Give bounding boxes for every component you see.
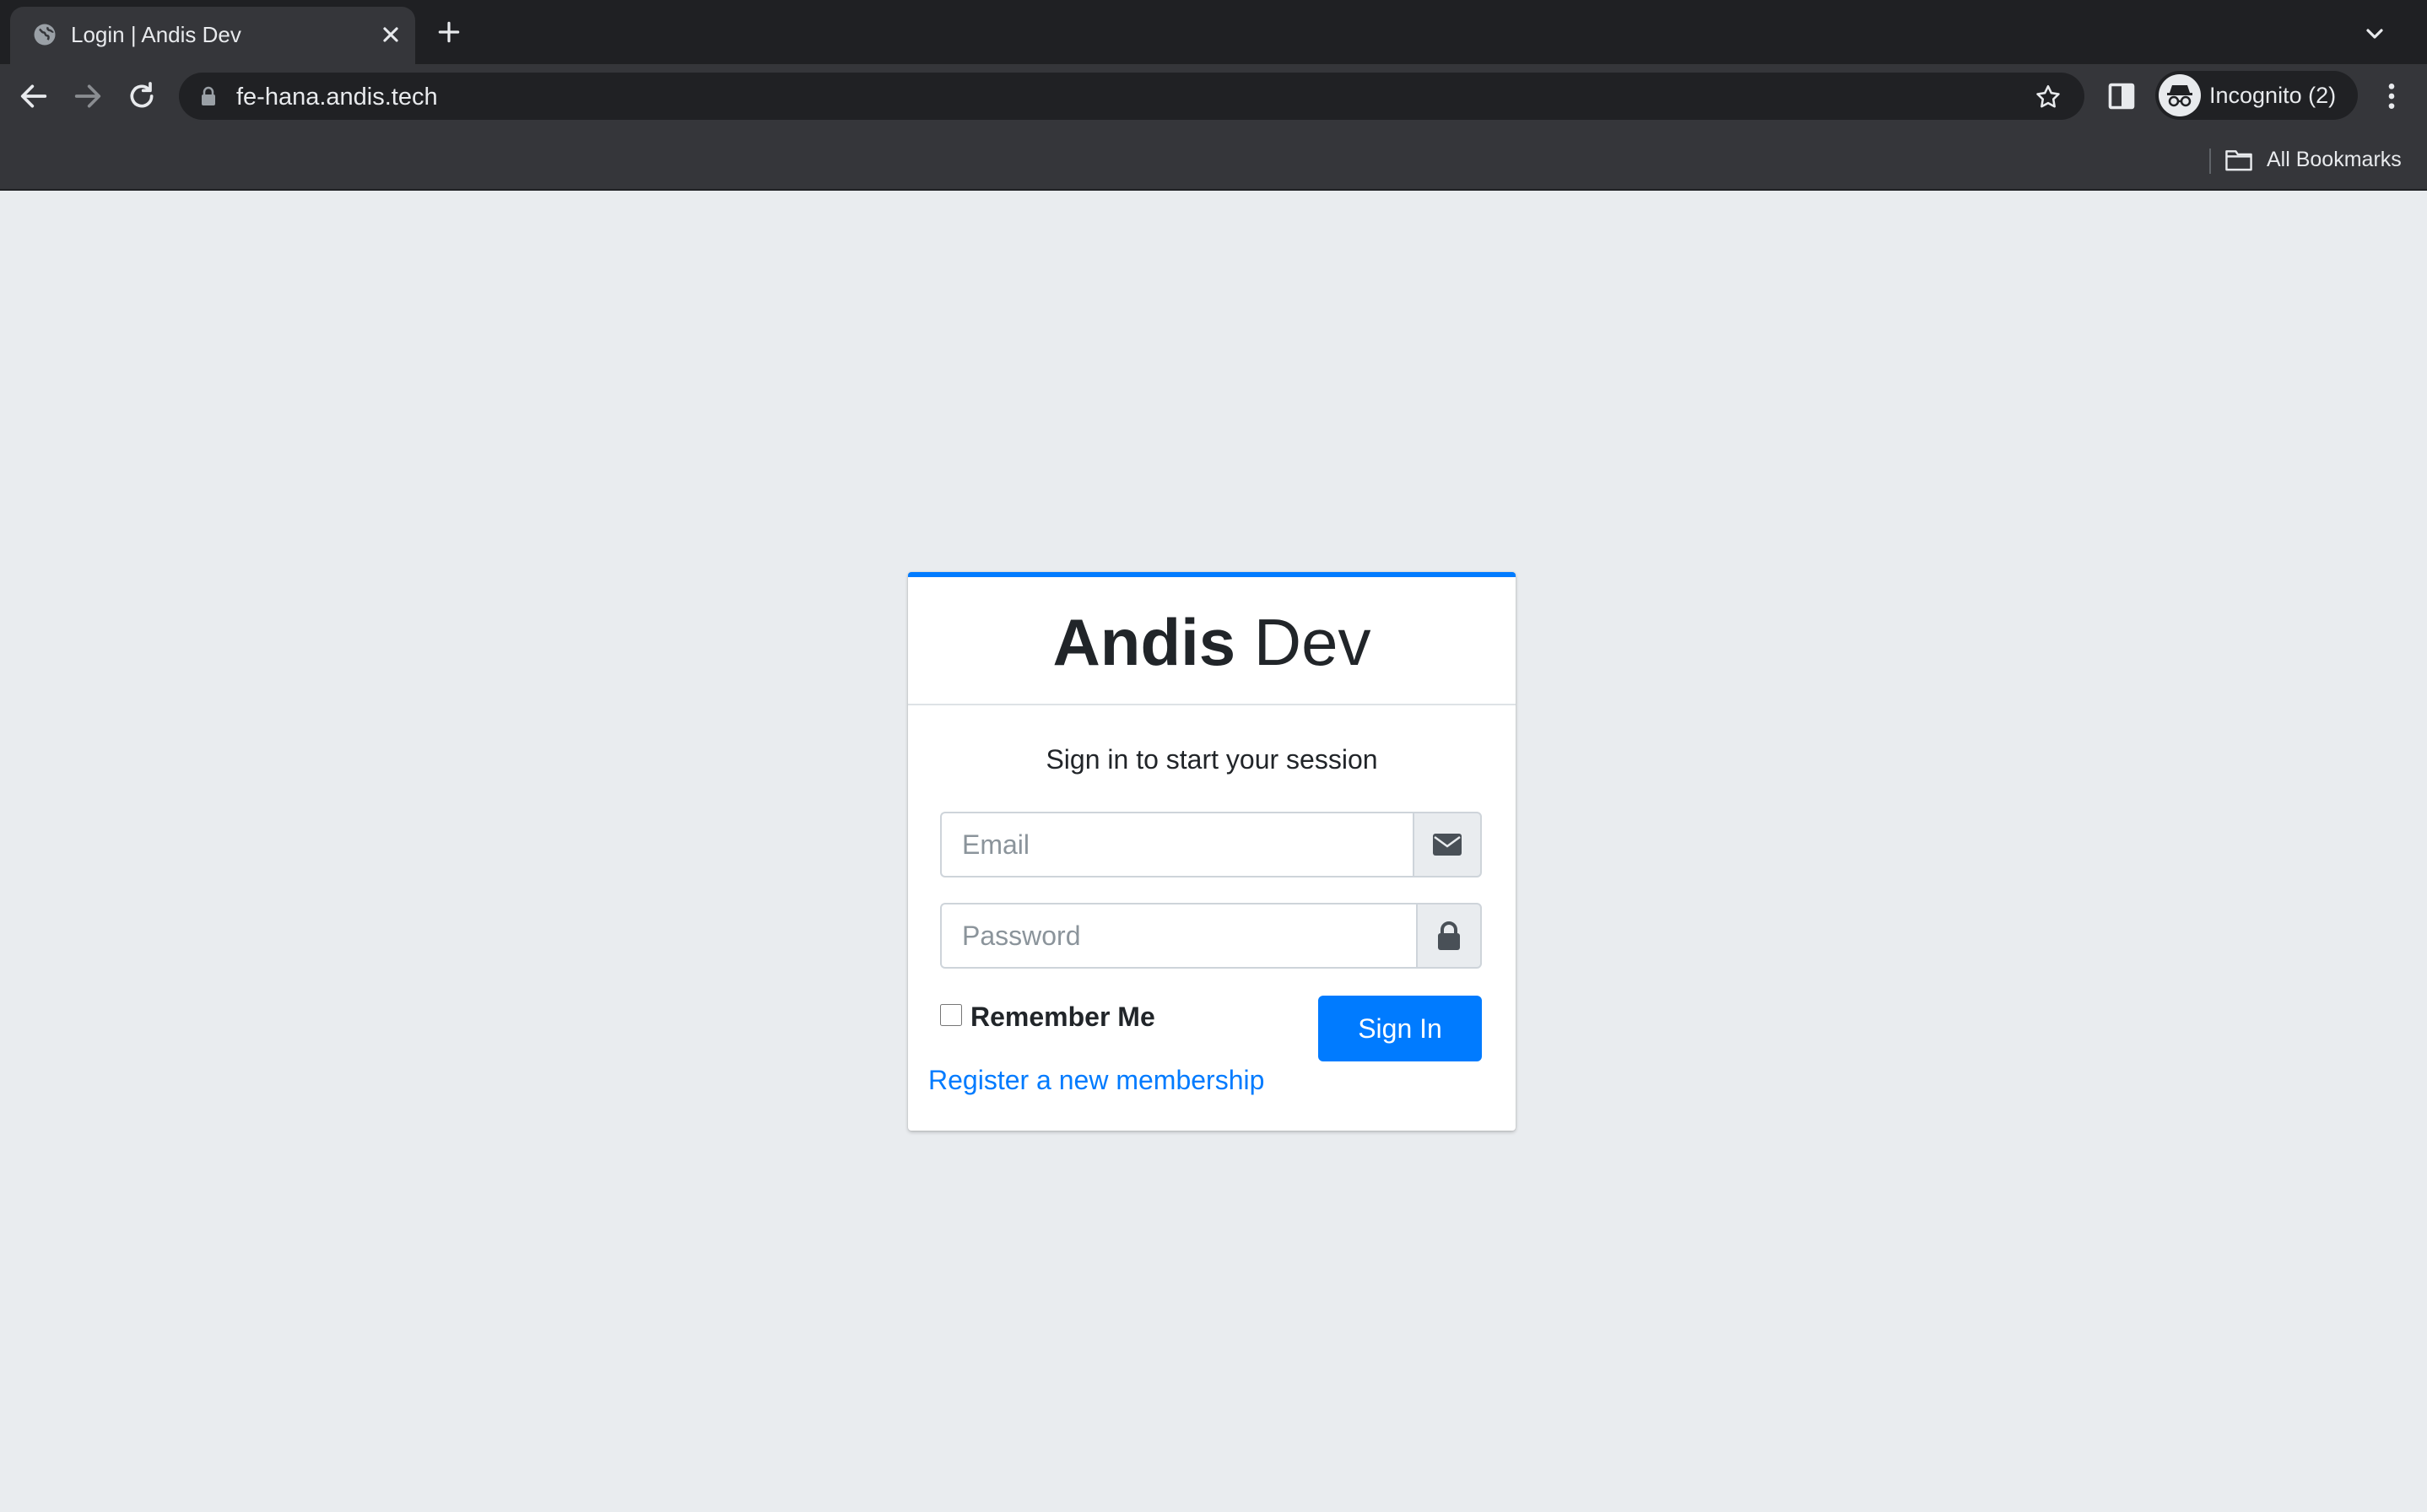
plus-icon[interactable] [435,19,462,46]
incognito-icon [2159,74,2201,116]
tab-strip: Login | Andis Dev [0,0,2427,64]
login-box-message: Sign in to start your session [1046,744,1378,775]
star-icon[interactable] [2034,83,2062,111]
remember-me-checkbox[interactable] [940,1004,962,1026]
login-card: Andis Dev Sign in to start your session … [908,572,1516,1131]
brand-logo-text[interactable]: Andis Dev [908,606,1516,678]
url-text[interactable]: fe-hana.andis.tech [236,83,438,111]
email-input-group [940,812,1482,878]
address-bar[interactable]: fe-hana.andis.tech [179,73,2084,120]
reload-icon[interactable] [125,79,159,113]
brand-bold: Andis [1052,605,1236,679]
profile-label: Incognito (2) [2209,83,2337,108]
brand-light: Dev [1235,605,1371,679]
browser-toolbar: fe-hana.andis.tech Incognito (2) [0,64,2427,128]
side-panel-icon[interactable] [2106,81,2137,111]
email-addon [1413,812,1482,878]
password-input[interactable] [940,903,1416,969]
remember-me-label[interactable]: Remember Me [970,1001,1155,1033]
more-vert-icon[interactable] [2375,79,2408,113]
forward-arrow-icon[interactable] [71,79,105,113]
register-link[interactable]: Register a new membership [928,1063,1264,1097]
folder-icon[interactable] [2224,147,2253,172]
back-arrow-icon[interactable] [17,79,51,113]
chevron-down-icon[interactable] [2361,20,2388,47]
all-bookmarks-link[interactable]: All Bookmarks [2267,147,2402,172]
password-addon [1416,903,1482,969]
profile-incognito-button[interactable]: Incognito (2) [2155,71,2358,120]
browser-chrome: Login | Andis Dev fe-hana.andis.tech Inc… [0,0,2427,191]
password-input-group [940,903,1482,969]
browser-tab[interactable]: Login | Andis Dev [10,7,415,64]
close-icon[interactable] [376,20,405,49]
email-input[interactable] [940,812,1413,878]
sign-in-button[interactable]: Sign In [1318,996,1482,1061]
globe-icon [34,24,56,46]
envelope-icon [1433,834,1462,856]
tab-title: Login | Andis Dev [71,22,241,47]
bookmarks-separator [2209,148,2211,174]
login-card-header: Andis Dev [908,577,1516,705]
padlock-icon [1438,921,1460,950]
lock-icon[interactable] [199,86,218,106]
bookmarks-bar: All Bookmarks [0,128,2427,191]
